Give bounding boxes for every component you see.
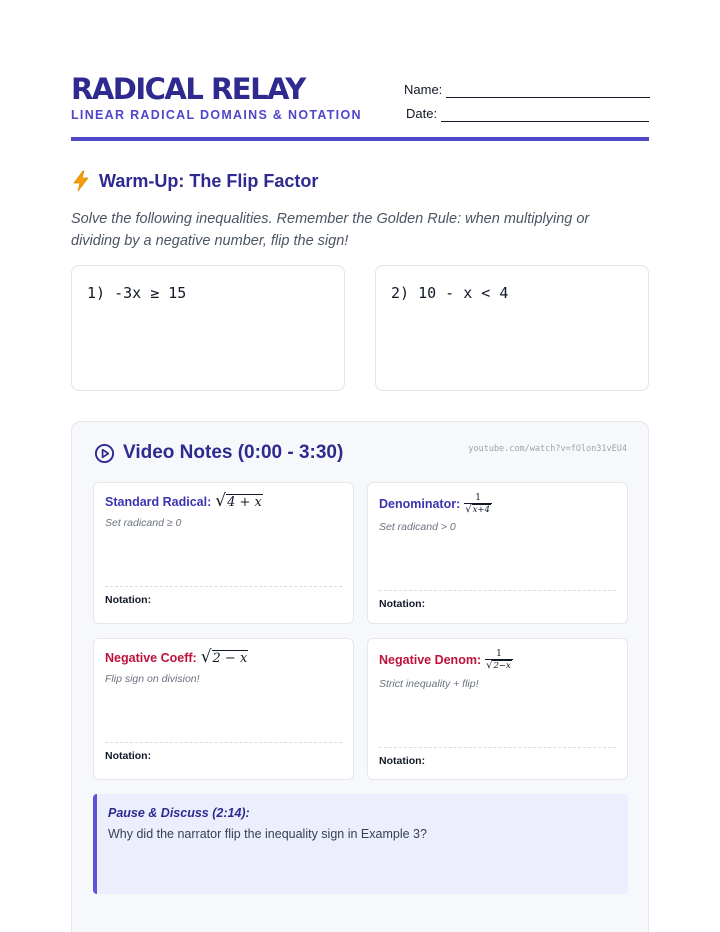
pause-discuss-box[interactable]: Pause & Discuss (2:14): Why did the narr… [93,794,628,894]
warmup-instructions: Solve the following inequalities. Rememb… [71,211,590,249]
problem-box-2[interactable]: 2) 10 - x < 4 [375,265,649,391]
note-card-title: Negative Denom: 1 √ 2−x [379,649,513,671]
math-expression: √ 4 + x [215,491,263,511]
problem-box-1[interactable]: 1) -3x ≥ 15 [71,265,345,391]
notation-divider [379,590,616,591]
card-title-text: Standard Radical: [105,494,212,509]
note-card-negative-coeff: Negative Coeff: √ 2 − x Flip sign on divi… [93,638,354,780]
note-card-negative-denom: Negative Denom: 1 √ 2−x Strict inequality… [367,638,628,780]
notation-label[interactable]: Notation: [379,755,425,767]
note-card-hint: Set radicand ≥ 0 [105,517,182,529]
notation-divider [105,586,342,587]
worksheet-subtitle: LINEAR RADICAL DOMAINS & NOTATION [71,108,362,122]
lightning-bolt-icon [73,170,89,192]
worksheet-header: RADICAL RELAY LINEAR RADICAL DOMAINS & N… [71,70,651,142]
notation-divider [379,747,616,748]
warmup-heading: Warm-Up: The Flip Factor [71,170,318,192]
math-expression: √ 2 − x [200,647,249,667]
date-label: Date: [406,106,438,121]
fraction-denominator: x+4 [471,504,491,515]
video-notes-title: Video Notes (0:00 - 3:30) [123,442,344,463]
note-card-title: Negative Coeff: √ 2 − x [105,647,249,667]
video-notes-panel: Video Notes (0:00 - 3:30) youtube.com/wa… [71,421,649,932]
fraction-numerator: 1 [475,493,481,503]
note-card-hint: Flip sign on division! [105,673,200,685]
header-divider [71,137,649,141]
notation-label[interactable]: Notation: [105,594,151,606]
date-field[interactable]: Date: [406,106,650,122]
fraction-numerator: 1 [496,649,502,659]
worksheet-title: RADICAL RELAY [71,72,306,106]
note-card-standard-radical: Standard Radical: √ 4 + x Set radicand ≥ … [93,482,354,624]
name-line[interactable] [446,86,651,98]
radicand-text: 2 − x [211,650,249,666]
card-title-text: Negative Coeff: [105,650,197,665]
note-card-title: Denominator: 1 √ x+4 [379,493,492,515]
problem-2-text: 2) 10 - x < 4 [391,284,509,302]
note-card-hint: Set radicand > 0 [379,521,456,533]
video-notes-heading: Video Notes (0:00 - 3:30) [94,442,343,464]
problem-1-text: 1) -3x ≥ 15 [87,284,187,302]
name-field[interactable]: Name: [404,82,651,98]
notation-divider [105,742,342,743]
note-card-hint: Strict inequality + flip! [379,678,479,690]
name-label: Name: [404,82,443,97]
fraction-denominator: 2−x [492,660,512,671]
discuss-heading: Pause & Discuss (2:14): [108,806,250,820]
date-line[interactable] [441,110,650,122]
discuss-question: Why did the narrator flip the inequality… [108,827,427,841]
math-expression: 1 √ 2−x [485,649,513,671]
warmup-title: Warm-Up: The Flip Factor [99,170,319,191]
notation-label[interactable]: Notation: [379,598,425,610]
play-circle-icon [94,443,115,463]
note-card-title: Standard Radical: √ 4 + x [105,493,263,510]
math-expression: 1 √ x+4 [464,493,492,515]
card-title-text: Negative Denom: [379,653,482,667]
card-title-text: Denominator: [379,497,461,511]
notation-label[interactable]: Notation: [105,750,151,762]
radicand-text: 4 + x [226,494,263,510]
video-link[interactable]: youtube.com/watch?v=fOlon31vEU4 [468,444,627,454]
note-card-denominator: Denominator: 1 √ x+4 Set radicand > 0 Not… [367,482,628,624]
